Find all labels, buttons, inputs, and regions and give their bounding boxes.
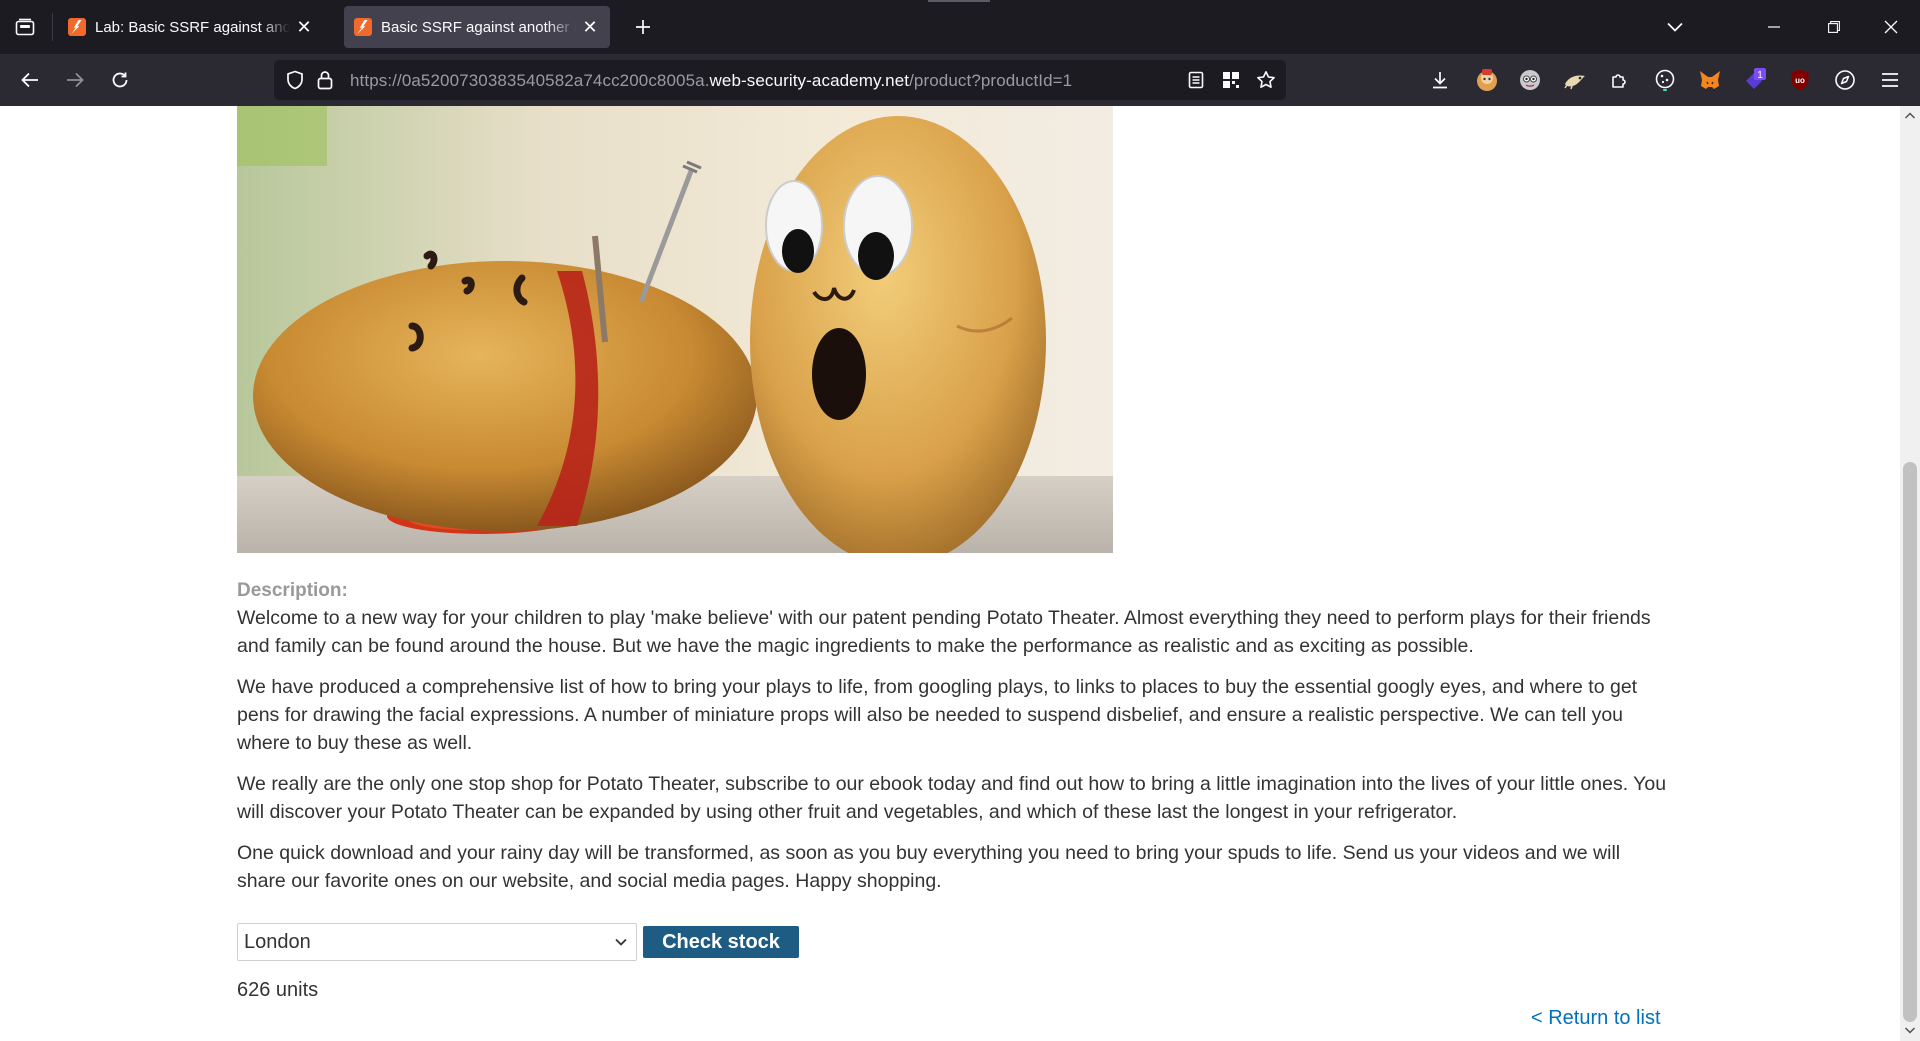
lock-icon[interactable] [314,69,336,91]
chevron-down-icon [615,938,627,946]
close-window-button[interactable] [1862,0,1920,54]
return-to-list-link[interactable]: < Return to list [1531,1007,1661,1030]
avatar-extension-icon[interactable] [1515,65,1545,95]
navigation-toolbar: https://0a5200730383540582a74cc200c8005a… [0,54,1920,106]
page-scrollbar[interactable] [1900,106,1920,1041]
chevron-down-icon [1667,22,1683,32]
close-tab-icon[interactable]: ✕ [294,17,314,37]
ublock-label: uo [1795,76,1805,85]
compass-icon[interactable] [1830,65,1860,95]
minimize-icon [1768,26,1780,28]
stock-result: 626 units [237,979,319,1001]
product-description: Description: Welcome to a new way for yo… [237,578,1667,908]
forward-button[interactable] [57,62,93,98]
ublock-origin-icon[interactable]: uo [1785,65,1815,95]
forward-arrow-icon [67,72,84,88]
ublock-shield-icon[interactable] [1472,65,1502,95]
bookmark-star-icon[interactable] [1254,69,1278,91]
minimize-button[interactable] [1745,0,1803,54]
download-icon[interactable] [1425,65,1455,95]
close-icon [1884,20,1898,34]
window-drag-indicator [928,0,990,2]
url-prefix: https://0a5200730383540582a74cc200c8005a… [350,71,710,90]
back-button[interactable] [12,62,48,98]
tab-separator [52,13,53,41]
extensions-puzzle-icon[interactable] [1605,65,1635,95]
firefox-view-icon [15,18,35,36]
tab-title: Lab: Basic SSRF against another back-end… [95,18,290,36]
reload-icon [112,72,128,88]
url-bar[interactable]: https://0a5200730383540582a74cc200c8005a… [274,60,1286,100]
dino-extension-icon[interactable] [1560,65,1590,95]
description-paragraph: Welcome to a new way for your children t… [237,607,1651,657]
restore-icon [1828,21,1840,33]
close-tab-icon[interactable]: ✕ [580,17,600,37]
tab-title: Basic SSRF against another back-end syst… [381,18,576,36]
store-select[interactable]: London [237,923,637,961]
reload-button[interactable] [102,62,138,98]
list-all-tabs-button[interactable] [1658,12,1692,42]
tab-product[interactable]: Basic SSRF against another back-end syst… [344,6,610,48]
metamask-fox-icon[interactable] [1695,65,1725,95]
tracking-protection-shield-icon[interactable] [284,69,306,91]
product-image [237,106,1113,553]
purple-badge-extension-icon[interactable]: 1 [1740,65,1770,95]
restore-button[interactable] [1805,0,1863,54]
new-tab-button[interactable] [628,12,658,42]
scroll-up-arrow-icon[interactable] [1904,110,1916,122]
web-security-academy-favicon-icon [354,18,372,36]
web-security-academy-favicon-icon [68,18,86,36]
store-select-value: London [244,930,311,953]
stock-check-form: London Check stock [237,923,799,961]
page-content: Description: Welcome to a new way for yo… [0,106,1900,1041]
extension-badge-count: 1 [1757,70,1763,81]
firefox-view-button[interactable] [8,10,42,44]
cookie-icon[interactable] [1650,65,1680,95]
tab-strip: Lab: Basic SSRF against another back-end… [0,0,1920,54]
url-path: /product?productId=1 [909,71,1073,90]
description-paragraph: We really are the only one stop shop for… [237,773,1667,823]
potato-theater-image [237,106,1113,553]
plus-icon [636,20,650,34]
menu-icon[interactable] [1875,65,1905,95]
tab-lab[interactable]: Lab: Basic SSRF against another back-end… [58,6,324,48]
url-text[interactable]: https://0a5200730383540582a74cc200c8005a… [350,71,1072,91]
scroll-down-arrow-icon[interactable] [1904,1024,1916,1036]
description-label: Description: [237,580,348,601]
qr-code-icon[interactable] [1219,69,1243,91]
check-stock-button[interactable]: Check stock [643,926,799,958]
description-body: Welcome to a new way for your children t… [237,604,1667,895]
back-arrow-icon [21,72,38,88]
reader-view-icon[interactable] [1184,69,1208,91]
url-domain: web-security-academy.net [709,71,910,90]
scrollbar-thumb[interactable] [1903,462,1917,1022]
description-paragraph: We have produced a comprehensive list of… [237,676,1638,754]
description-paragraph: One quick download and your rainy day wi… [237,842,1621,892]
